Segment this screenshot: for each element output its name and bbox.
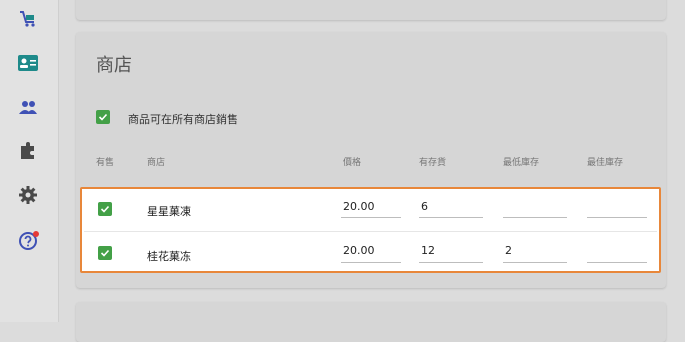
stock-underline (419, 262, 483, 263)
row-min-stock-input[interactable]: 2 (505, 244, 512, 257)
row-price-input[interactable]: 20.00 (343, 244, 375, 257)
row-stock-input[interactable]: 12 (421, 244, 435, 257)
next-card (76, 302, 666, 342)
sell-all-checkbox[interactable] (96, 110, 110, 124)
row-divider (84, 231, 657, 232)
min-stock-underline (503, 262, 567, 263)
header-available: 有售 (96, 158, 115, 168)
price-underline (341, 217, 401, 218)
people-icon[interactable] (17, 96, 39, 118)
sell-all-label: 商品可在所有商店銷售 (128, 113, 238, 126)
puzzle-icon[interactable] (17, 140, 39, 162)
header-min-stock: 最低庫存 (503, 158, 540, 168)
row-store-name: 桂花菓冻 (147, 250, 191, 263)
id-card-icon[interactable] (17, 52, 39, 74)
row-price-input[interactable]: 20.00 (343, 200, 375, 213)
check-icon (100, 249, 110, 257)
gear-icon[interactable] (17, 184, 39, 206)
sidebar (0, 0, 59, 322)
row-available-checkbox[interactable] (98, 246, 112, 260)
row-store-name: 星星菓凍 (147, 205, 191, 218)
row-available-checkbox[interactable] (98, 202, 112, 216)
card-title: 商店 (96, 55, 132, 76)
header-best-stock: 最佳庫存 (587, 158, 624, 168)
min-stock-underline (503, 217, 567, 218)
row-stock-input[interactable]: 6 (421, 200, 428, 213)
header-stock: 有存貨 (419, 158, 447, 168)
price-underline (341, 262, 401, 263)
cart-icon[interactable] (17, 8, 39, 30)
previous-card (76, 0, 666, 20)
notification-badge (33, 231, 39, 237)
check-icon (98, 113, 108, 121)
header-store: 商店 (147, 158, 166, 168)
header-price: 價格 (343, 158, 362, 168)
check-icon (100, 205, 110, 213)
best-stock-underline (587, 262, 647, 263)
stock-underline (419, 217, 483, 218)
best-stock-underline (587, 217, 647, 218)
